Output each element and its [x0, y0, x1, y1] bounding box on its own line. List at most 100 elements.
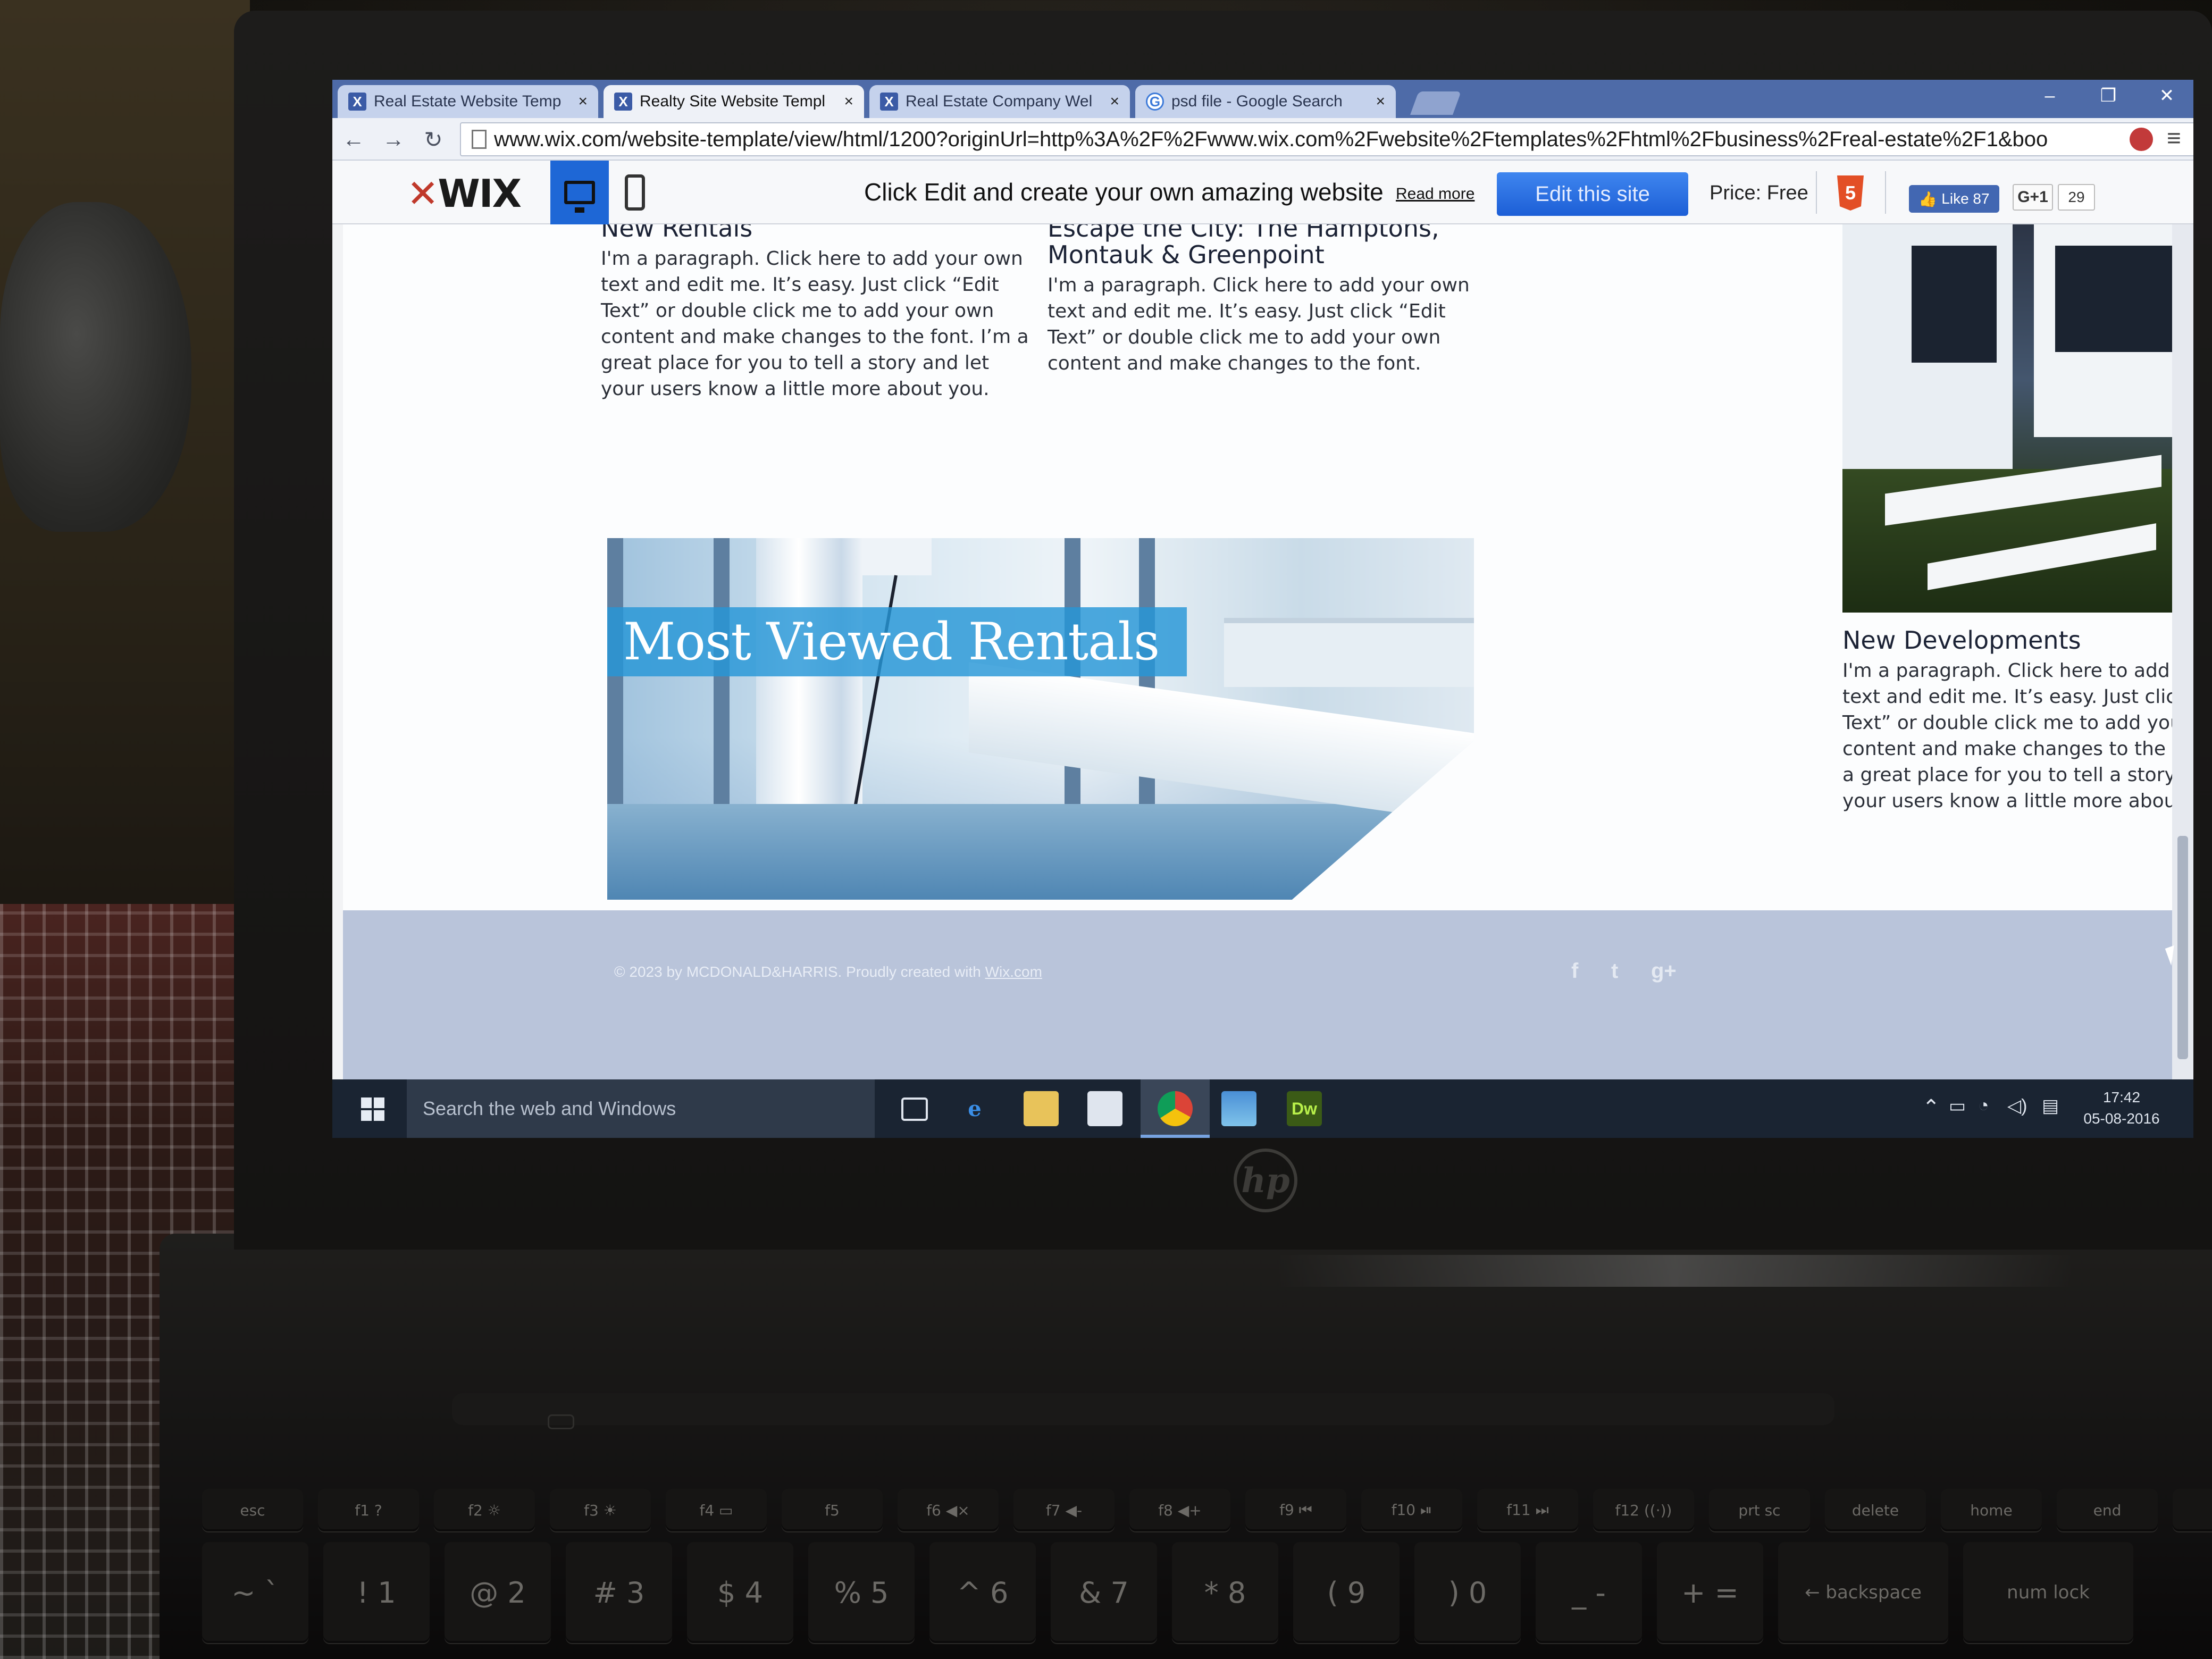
tab-real-estate-company[interactable]: X Real Estate Company Wel × — [869, 85, 1130, 118]
google-plus-button[interactable]: G+1 — [2013, 184, 2053, 211]
google-icon: G — [1146, 93, 1164, 111]
google-plus-count: 29 — [2058, 184, 2095, 211]
keyboard-key[interactable]: f5 — [782, 1489, 883, 1531]
dreamweaver-icon[interactable]: Dw — [1287, 1091, 1322, 1126]
keyboard-key[interactable]: ~ ` — [202, 1542, 308, 1643]
tab-google-search[interactable]: G psd file - Google Search × — [1135, 85, 1396, 118]
keyboard-key[interactable]: end — [2057, 1489, 2158, 1531]
url-field[interactable]: www.wix.com/website-template/view/html/1… — [460, 122, 2193, 156]
power-button[interactable] — [548, 1414, 574, 1429]
keyboard-key[interactable]: f7 ◀- — [1013, 1489, 1115, 1531]
keyboard-key[interactable]: * 8 — [1172, 1542, 1278, 1643]
window-frame — [607, 538, 623, 815]
keyboard-key[interactable]: prt sc — [1709, 1489, 1810, 1531]
wix-x-mark: ✕ — [407, 171, 439, 216]
site-preview: New Rentals I'm a paragraph. Click here … — [343, 224, 2172, 1079]
keyboard-key[interactable]: f10 ⏯ — [1361, 1489, 1462, 1531]
new-tab-button[interactable] — [1410, 91, 1462, 115]
close-icon[interactable]: × — [844, 93, 853, 111]
keyboard-key[interactable]: f1 ? — [318, 1489, 419, 1531]
desktop-view-button[interactable] — [550, 161, 609, 224]
keyboard-key[interactable]: home — [1941, 1489, 2042, 1531]
most-viewed-rentals-image[interactable]: Most Viewed Rentals — [607, 538, 1474, 900]
keyboard-key[interactable]: pg — [2173, 1489, 2212, 1531]
keyboard-key[interactable]: @ 2 — [445, 1542, 551, 1643]
chrome-icon[interactable] — [1158, 1091, 1193, 1126]
facebook-like-button[interactable]: 👍 Like 87 — [1909, 185, 1999, 213]
cta-text: Click Edit and create your own amazing w… — [864, 178, 1384, 206]
read-more-link[interactable]: Read more — [1396, 185, 1474, 203]
forward-arrow-icon[interactable]: → — [378, 123, 409, 155]
reload-icon[interactable]: ↻ — [417, 123, 449, 155]
wix-logo: ✕WIX — [407, 171, 522, 216]
mobile-view-icon[interactable] — [625, 174, 645, 211]
function-key-row: esc f1 ? f2 ☼ f3 ☀ f4 ▭ f5 f6 ◀× f7 ◀- f8 ◀+ f9 ⏮… — [202, 1489, 2212, 1531]
wix-icon: X — [614, 93, 632, 111]
clipped-heading: New Rentals — [601, 224, 753, 242]
keyboard-key[interactable]: ) 0 — [1414, 1542, 1521, 1643]
tab-real-estate-website[interactable]: X Real Estate Website Temp × — [338, 85, 598, 118]
keyboard-key[interactable]: & 7 — [1051, 1542, 1157, 1643]
keyboard-key[interactable]: # 3 — [566, 1542, 672, 1643]
col2-heading[interactable]: Montauk & Greenpoint — [1048, 240, 1325, 269]
keyboard-key[interactable]: f6 ◀× — [898, 1489, 999, 1531]
wix-preview-bar: ✕WIX Click Edit and create your own amaz… — [332, 161, 2193, 224]
col3-paragraph[interactable]: I'm a paragraph. Click here to add your … — [1842, 658, 2172, 814]
new-developments-image[interactable] — [1842, 224, 2172, 613]
keyboard-key[interactable]: f11 ⏭ — [1477, 1489, 1578, 1531]
close-icon[interactable]: × — [1376, 93, 1385, 111]
wix-link[interactable]: Wix.com — [985, 963, 1042, 980]
restore-button[interactable]: ❐ — [2082, 80, 2135, 112]
keyboard-key[interactable]: delete — [1825, 1489, 1926, 1531]
house-window — [1912, 246, 1997, 363]
back-arrow-icon[interactable]: ← — [338, 123, 370, 155]
close-window-button[interactable]: ✕ — [2140, 80, 2193, 112]
battery-icon[interactable]: ▭ — [1949, 1095, 1966, 1117]
taskbar-search-input[interactable]: Search the web and Windows — [407, 1079, 875, 1138]
google-plus-icon[interactable]: g+ — [1651, 959, 1677, 983]
keyboard-key[interactable]: f4 ▭ — [666, 1489, 767, 1531]
windows-start-icon[interactable] — [361, 1097, 384, 1121]
browser-tab-strip: X Real Estate Website Temp × X Realty Si… — [332, 80, 2193, 118]
task-view-icon[interactable] — [901, 1097, 928, 1121]
keyboard-key[interactable]: ^ 6 — [929, 1542, 1036, 1643]
minimize-button[interactable]: – — [2023, 80, 2076, 112]
keyboard-key[interactable]: f2 ☼ — [434, 1489, 535, 1531]
keyboard-key[interactable]: num lock — [1963, 1542, 2133, 1643]
close-icon[interactable]: × — [1110, 93, 1119, 111]
keyboard-key[interactable]: f12 ((·)) — [1593, 1489, 1694, 1531]
keyboard-key[interactable]: f3 ☀ — [550, 1489, 651, 1531]
store-icon[interactable] — [1087, 1091, 1122, 1126]
chevron-up-icon[interactable]: ⌃ — [1922, 1095, 1940, 1120]
keyboard-key[interactable]: ( 9 — [1293, 1542, 1400, 1643]
volume-icon[interactable]: ◁) — [2007, 1095, 2027, 1117]
col2-paragraph[interactable]: I'm a paragraph. Click here to add your … — [1048, 272, 1473, 376]
keyboard-key[interactable]: f9 ⏮ — [1245, 1489, 1346, 1531]
keyboard-key[interactable]: _ - — [1536, 1542, 1642, 1643]
close-icon[interactable]: × — [578, 93, 588, 111]
col3-heading[interactable]: New Developments — [1842, 626, 2081, 655]
edit-site-button[interactable]: Edit this site — [1497, 172, 1688, 216]
extension-icon[interactable] — [2130, 128, 2153, 151]
keyboard-key[interactable]: % 5 — [808, 1542, 915, 1643]
col1-paragraph[interactable]: I'm a paragraph. Click here to add your … — [601, 246, 1037, 402]
speaker-strip — [452, 1393, 1834, 1425]
keyboard-key[interactable]: f8 ◀+ — [1129, 1489, 1230, 1531]
menu-icon[interactable]: ≡ — [2167, 123, 2181, 152]
scrollbar-thumb[interactable] — [2177, 836, 2188, 1059]
twitter-icon[interactable]: t — [1611, 959, 1618, 983]
keyboard-key[interactable]: ! 1 — [323, 1542, 430, 1643]
tab-realty-site[interactable]: X Realty Site Website Templ × — [604, 85, 864, 118]
system-clock[interactable]: 17:42 05-08-2016 — [2068, 1087, 2175, 1129]
notifications-icon[interactable]: ▤ — [2042, 1095, 2059, 1117]
file-explorer-icon[interactable] — [1024, 1091, 1059, 1126]
keyboard-key[interactable]: + = — [1657, 1542, 1763, 1643]
keyboard-key[interactable]: esc — [202, 1489, 303, 1531]
wifi-icon[interactable]: ◔ — [1978, 1095, 1989, 1116]
edge-icon[interactable]: e — [957, 1091, 992, 1126]
sideboard — [1224, 618, 1474, 687]
facebook-icon[interactable]: f — [1571, 959, 1578, 983]
keyboard-key[interactable]: $ 4 — [687, 1542, 793, 1643]
keyboard-key[interactable]: ← backspace — [1778, 1542, 1948, 1643]
photos-icon[interactable] — [1221, 1091, 1256, 1126]
